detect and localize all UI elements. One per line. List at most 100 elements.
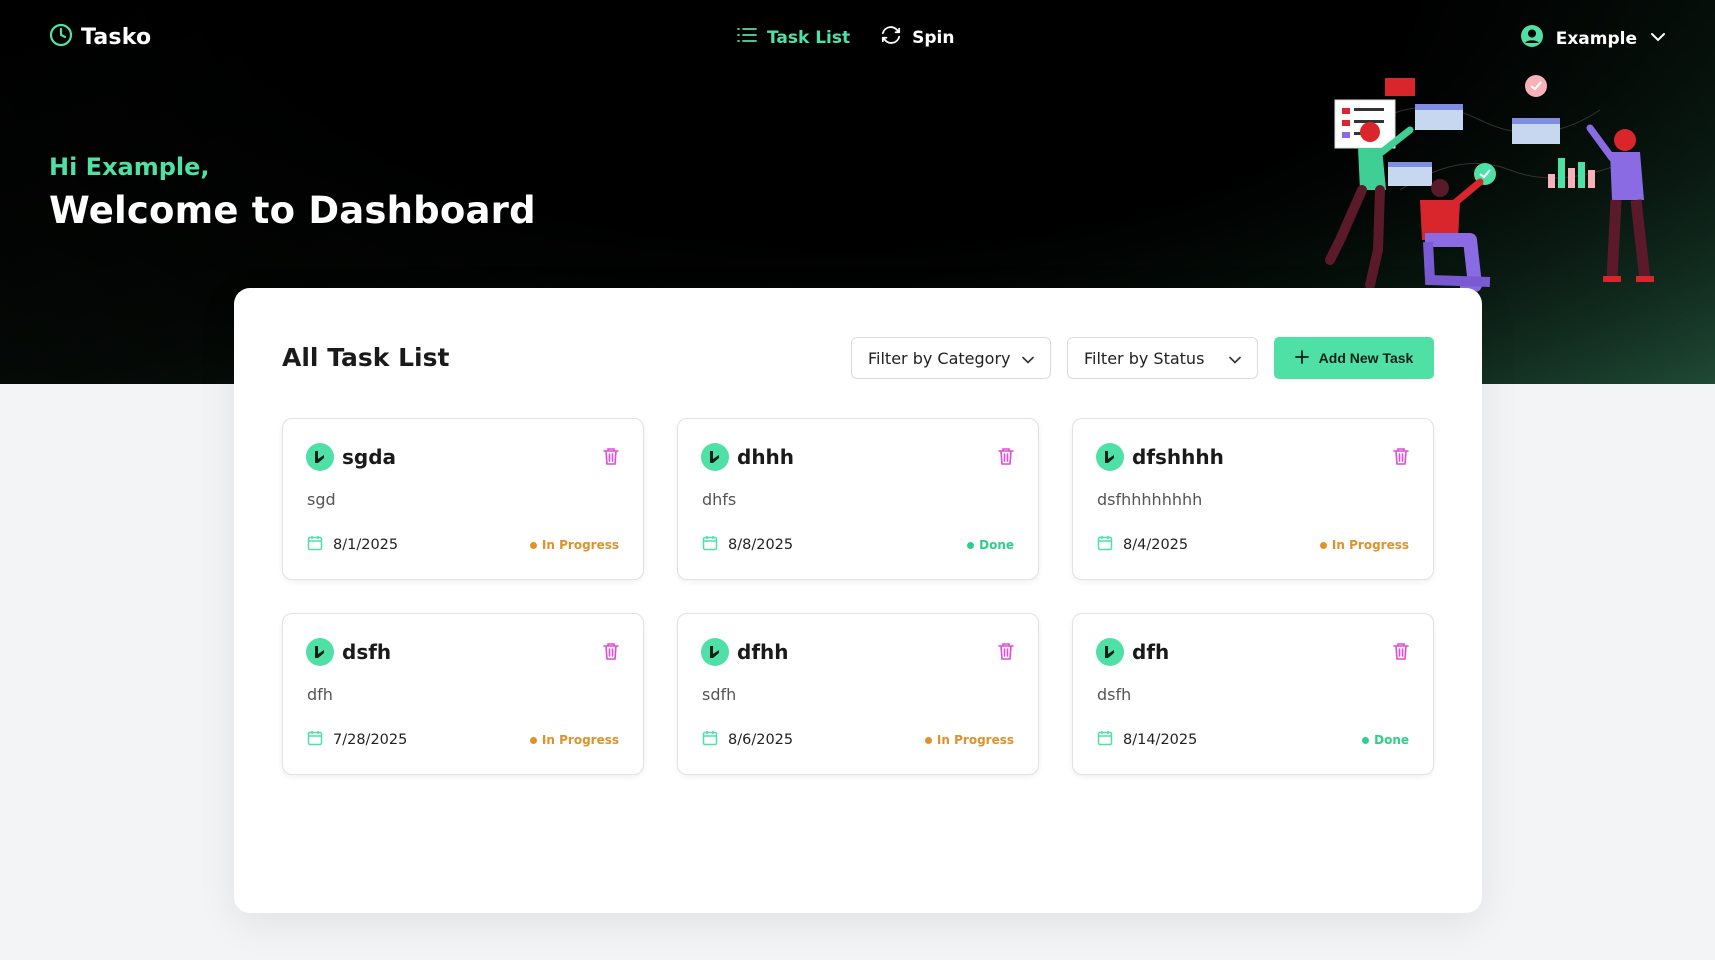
user-menu[interactable]: Example [1520,24,1667,53]
calendar-icon [1097,535,1113,555]
task-date-text: 8/1/2025 [333,537,399,553]
task-footer: 7/28/2025 In Progress [307,730,619,750]
chevron-down-icon [1022,349,1034,368]
user-circle-icon [1520,24,1544,53]
task-date-text: 8/8/2025 [728,537,794,553]
panel-title: All Task List [282,343,450,372]
task-footer: 8/1/2025 In Progress [307,535,619,555]
status-text: In Progress [541,538,619,552]
status-dot [967,541,975,549]
calendar-icon [702,535,718,555]
status-badge: Done [1362,733,1409,747]
list-icon [737,26,757,49]
task-card[interactable]: dfhh sdfh 8/6/2025 In Progress [677,613,1039,775]
task-header: sgda [306,443,396,471]
task-card[interactable]: dfh dsfh 8/14/2025 Done [1072,613,1434,775]
task-footer: 8/6/2025 In Progress [702,730,1014,750]
status-text: Done [1374,733,1409,747]
trash-icon[interactable] [1393,447,1409,469]
page-title: Welcome to Dashboard [49,189,536,232]
calendar-icon [702,730,718,750]
task-header: dfshhhh [1096,443,1224,471]
status-badge: In Progress [924,733,1014,747]
task-title: dfh [1132,640,1170,664]
status-text: In Progress [936,733,1014,747]
task-description: dsfhhhhhhhh [1097,490,1203,509]
refresh-icon [880,25,902,50]
status-badge: In Progress [1319,538,1409,552]
status-dot [529,541,537,549]
trash-icon[interactable] [603,447,619,469]
task-category-icon [701,638,729,666]
team-illustration [1325,75,1654,292]
task-description: dhfs [702,490,737,509]
task-category-icon [306,443,334,471]
task-header: dfhh [701,638,789,666]
task-card[interactable]: dfshhhh dsfhhhhhhhh 8/4/2025 In Progress [1072,418,1434,580]
user-name: Example [1555,28,1637,49]
top-nav: Tasko Task List Spin Example [0,0,1715,74]
calendar-icon [1097,730,1113,750]
status-text: Done [979,538,1014,552]
nav-task-list-label: Task List [767,27,851,48]
category-filter-label: Filter by Category [868,348,1011,368]
task-title: sgda [342,445,397,469]
task-card[interactable]: dhhh dhfs 8/8/2025 Done [677,418,1039,580]
brand-logo[interactable]: Tasko [49,23,151,51]
task-footer: 8/4/2025 In Progress [1097,535,1409,555]
status-filter-select[interactable]: Filter by Status [1067,337,1258,379]
task-category-icon [701,443,729,471]
calendar-icon [307,535,323,555]
task-description: dsfh [1097,685,1132,704]
task-description: dfh [307,685,333,704]
task-header: dsfh [306,638,391,666]
trash-icon[interactable] [998,642,1014,664]
nav-spin[interactable]: Spin [880,25,954,50]
task-category-icon [306,638,334,666]
calendar-icon [307,730,323,750]
task-panel: All Task List Filter by Category Filter … [234,288,1482,913]
trash-icon[interactable] [998,447,1014,469]
status-dot [1319,541,1327,549]
task-date: 7/28/2025 [307,730,407,750]
task-category-icon [1096,638,1124,666]
trash-icon[interactable] [1393,642,1409,664]
task-date-text: 8/14/2025 [1123,732,1198,748]
plus-icon [1294,349,1309,367]
brand-name: Tasko [81,24,152,50]
task-grid: sgda sgd 8/1/2025 In Progress dhhh dhfs … [282,418,1434,775]
task-title: dfshhhh [1132,445,1224,469]
nav-task-list[interactable]: Task List [737,26,850,49]
task-description: sgd [307,490,336,509]
clock-icon [49,23,73,51]
task-title: dhhh [737,445,795,469]
chevron-down-icon [1229,349,1241,368]
status-dot [1362,736,1370,744]
trash-icon[interactable] [603,642,619,664]
nav-spin-label: Spin [912,27,955,48]
task-date-text: 7/28/2025 [333,732,408,748]
add-new-task-button[interactable]: Add New Task [1274,337,1434,379]
greeting-text: Hi Example, [49,153,210,181]
task-title: dsfh [342,640,392,664]
add-new-task-label: Add New Task [1318,350,1414,366]
panel-toolbar: Filter by Category Filter by Status Add … [851,337,1434,379]
task-date-text: 8/4/2025 [1123,537,1189,553]
status-badge: In Progress [529,733,619,747]
task-date: 8/4/2025 [1097,535,1188,555]
task-header: dfh [1096,638,1169,666]
task-date: 8/6/2025 [702,730,793,750]
status-filter-label: Filter by Status [1084,348,1205,368]
status-dot [924,736,932,744]
status-badge: In Progress [529,538,619,552]
status-text: In Progress [541,733,619,747]
task-title: dfhh [737,640,789,664]
status-dot [529,736,537,744]
category-filter-select[interactable]: Filter by Category [851,337,1051,379]
task-card[interactable]: dsfh dfh 7/28/2025 In Progress [282,613,644,775]
chevron-down-icon[interactable] [1649,29,1667,49]
task-category-icon [1096,443,1124,471]
task-date-text: 8/6/2025 [728,732,794,748]
task-card[interactable]: sgda sgd 8/1/2025 In Progress [282,418,644,580]
status-text: In Progress [1331,538,1409,552]
